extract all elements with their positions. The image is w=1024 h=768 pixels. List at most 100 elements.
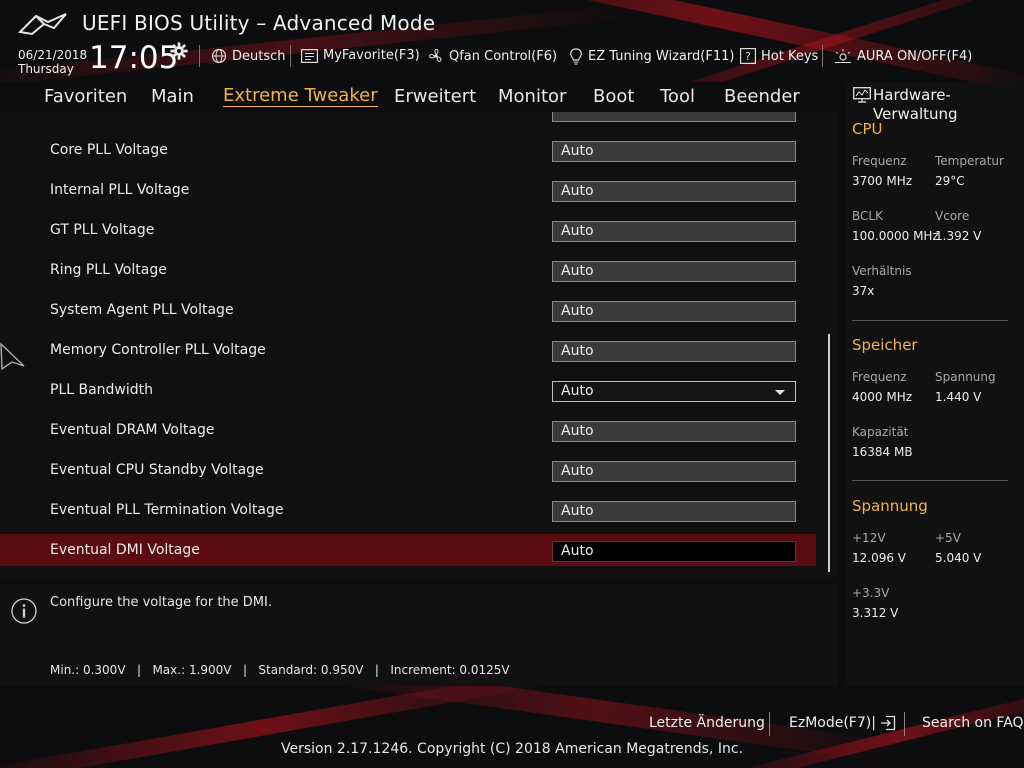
cpu-temperature-label: Temperatur	[935, 154, 1004, 168]
lightbulb-icon	[570, 48, 582, 65]
last-change-button[interactable]: Letzte Änderung	[649, 715, 765, 731]
tab-extreme-tweaker[interactable]: Extreme Tweaker	[223, 86, 378, 107]
aura-label: AURA ON/OFF(F4)	[857, 48, 973, 64]
last-change-label: Letzte Änderung	[649, 715, 765, 731]
setting-label: Eventual CPU Standby Voltage	[50, 462, 264, 478]
setting-label: Memory Controller PLL Voltage	[50, 342, 266, 358]
cpu-frequency-label: Frequenz	[852, 154, 907, 168]
section-divider	[852, 320, 1008, 321]
cpu-temperature-value: 29°C	[935, 174, 965, 188]
memory-frequency-label: Frequenz	[852, 370, 907, 384]
favorite-list-icon	[301, 48, 318, 63]
setting-value-input[interactable]: Auto	[552, 301, 796, 322]
voltage-3v3-label: +3.3V	[852, 586, 890, 600]
qfan-label: Qfan Control(F6)	[449, 48, 558, 64]
setting-row-memory-controller-pll-voltage[interactable]: Memory Controller PLL Voltage Auto	[0, 334, 816, 366]
settings-scrollbar[interactable]	[828, 334, 830, 572]
clipped-setting-field	[552, 112, 796, 122]
setting-row-eventual-cpu-standby-voltage[interactable]: Eventual CPU Standby Voltage Auto	[0, 454, 816, 486]
search-faq-button[interactable]: Search on FAQ	[922, 715, 1024, 731]
setting-value-input[interactable]: Auto	[552, 501, 796, 522]
tab-boot[interactable]: Boot	[593, 86, 634, 107]
cpu-vcore-label: Vcore	[935, 209, 970, 223]
setting-label: Ring PLL Voltage	[50, 262, 167, 278]
hardware-monitor-title: Hardware-Verwaltung	[873, 86, 958, 123]
setting-value-input[interactable]: Auto	[552, 261, 796, 282]
setting-row-pll-bandwidth[interactable]: PLL Bandwidth Auto	[0, 374, 816, 406]
setting-label: PLL Bandwidth	[50, 382, 154, 398]
header-divider	[822, 45, 823, 67]
setting-value-dropdown[interactable]: Auto	[552, 381, 796, 402]
settings-list: Core PLL Voltage Auto Internal PLL Volta…	[0, 112, 838, 578]
setting-row-core-pll-voltage[interactable]: Core PLL Voltage Auto	[0, 134, 816, 166]
setting-row-eventual-pll-termination-voltage[interactable]: Eventual PLL Termination Voltage Auto	[0, 494, 816, 526]
tab-main[interactable]: Main	[151, 86, 194, 107]
memory-heading: Speicher	[852, 336, 918, 354]
setting-value-input[interactable]: Auto	[552, 461, 796, 482]
cpu-bclk-value: 100.0000 MHz	[852, 229, 939, 243]
myfavorite-button[interactable]: MyFavorite(F3)	[301, 48, 420, 63]
aura-button[interactable]: AURA ON/OFF(F4)	[834, 48, 972, 64]
weekday-text: Thursday	[18, 62, 74, 76]
cpu-heading: CPU	[852, 120, 883, 138]
voltage-heading: Spannung	[852, 497, 928, 515]
setting-value-input[interactable]: Auto	[552, 341, 796, 362]
setting-value-input[interactable]: Auto	[552, 181, 796, 202]
gear-icon[interactable]	[170, 42, 188, 60]
setting-label: Eventual DMI Voltage	[50, 542, 200, 558]
exit-arrow-icon	[880, 715, 896, 731]
memory-capacity-value: 16384 MB	[852, 445, 913, 459]
main-tab-bar: Favoriten Main Extreme Tweaker Erweitert…	[0, 82, 838, 112]
setting-row-internal-pll-voltage[interactable]: Internal PLL Voltage Auto	[0, 174, 816, 206]
dropdown-value: Auto	[561, 383, 594, 399]
memory-voltage-label: Spannung	[935, 370, 996, 384]
tab-monitor[interactable]: Monitor	[498, 86, 566, 107]
help-description: Configure the voltage for the DMI.	[50, 595, 272, 610]
tab-tool[interactable]: Tool	[660, 86, 695, 107]
hot-keys-button[interactable]: ? Hot Keys	[740, 48, 818, 64]
language-button[interactable]: Deutsch	[211, 48, 286, 64]
setting-row-system-agent-pll-voltage[interactable]: System Agent PLL Voltage Auto	[0, 294, 816, 326]
setting-label: GT PLL Voltage	[50, 222, 155, 238]
info-icon	[11, 598, 37, 624]
cpu-bclk-label: BCLK	[852, 209, 883, 223]
setting-value-input[interactable]: Auto	[552, 421, 796, 442]
footer-bar: Letzte Änderung EzMode(F7)| Search on FA…	[0, 686, 1024, 768]
ezmode-label: EzMode(F7)|	[789, 715, 876, 731]
header-divider	[199, 45, 200, 67]
rog-logo-icon	[18, 13, 67, 36]
cpu-frequency-value: 3700 MHz	[852, 174, 913, 188]
clock-display: 17:05	[89, 40, 179, 76]
chevron-down-icon	[775, 390, 785, 395]
tab-favoriten[interactable]: Favoriten	[44, 86, 127, 107]
help-panel: Configure the voltage for the DMI. Min.:…	[0, 584, 838, 686]
header-bar: UEFI BIOS Utility – Advanced Mode 06/21/…	[0, 0, 1024, 82]
voltage-12v-label: +12V	[852, 531, 886, 545]
setting-row-eventual-dmi-voltage[interactable]: Eventual DMI Voltage Auto	[0, 534, 816, 566]
voltage-3v3-value: 3.312 V	[852, 606, 899, 620]
footer-divider	[904, 712, 905, 736]
ez-tuning-wizard-button[interactable]: EZ Tuning Wizard(F11)	[569, 48, 734, 65]
setting-label: Eventual DRAM Voltage	[50, 422, 215, 438]
voltage-12v-value: 12.096 V	[852, 551, 907, 565]
hot-keys-label: Hot Keys	[761, 48, 819, 64]
setting-value-input[interactable]: Auto	[552, 141, 796, 162]
cpu-vcore-value: 1.392 V	[935, 229, 982, 243]
language-label: Deutsch	[232, 48, 286, 64]
tab-beender[interactable]: Beender	[724, 86, 800, 107]
question-icon: ?	[740, 48, 756, 64]
aura-icon	[835, 49, 851, 63]
setting-value-input[interactable]: Auto	[552, 541, 796, 562]
section-divider	[852, 480, 1008, 481]
setting-row-gt-pll-voltage[interactable]: GT PLL Voltage Auto	[0, 214, 816, 246]
setting-value-input[interactable]: Auto	[552, 221, 796, 242]
setting-row-ring-pll-voltage[interactable]: Ring PLL Voltage Auto	[0, 254, 816, 286]
qfan-button[interactable]: Qfan Control(F6)	[428, 48, 557, 64]
version-text: Version 2.17.1246. Copyright (C) 2018 Am…	[280, 741, 744, 757]
mouse-cursor-icon	[0, 342, 25, 371]
ezmode-button[interactable]: EzMode(F7)|	[789, 715, 896, 731]
memory-frequency-value: 4000 MHz	[852, 390, 913, 404]
setting-row-eventual-dram-voltage[interactable]: Eventual DRAM Voltage Auto	[0, 414, 816, 446]
myfavorite-label: MyFavorite(F3)	[323, 48, 420, 63]
tab-erweitert[interactable]: Erweitert	[394, 86, 476, 107]
